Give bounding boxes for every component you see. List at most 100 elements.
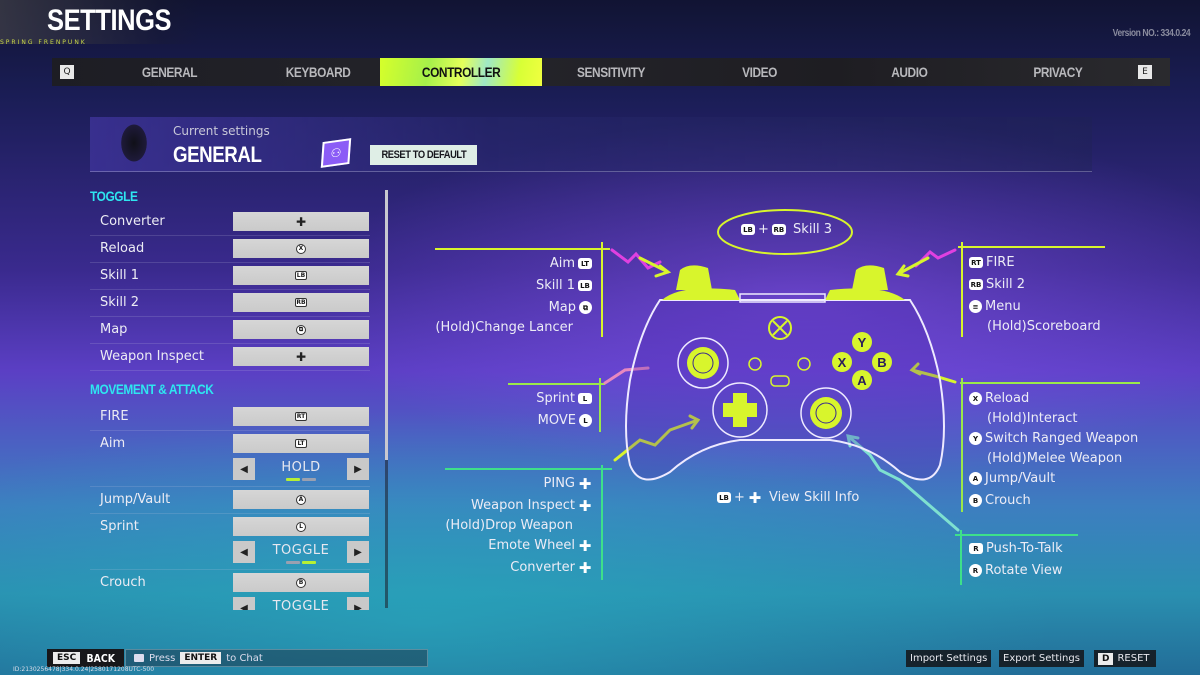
mode-next-button[interactable]: ▶ [347, 458, 369, 480]
reset-button[interactable]: D RESET [1094, 650, 1156, 667]
dpad-icon: ✚ [295, 349, 307, 364]
squiggle-arrow [603, 366, 650, 385]
tab-general[interactable]: GENERAL [82, 58, 257, 86]
binding-box[interactable]: RB [233, 293, 369, 312]
menu-button-icon: ≡ [969, 300, 982, 313]
dpad-left-icon: ✚ [578, 536, 592, 555]
callout-item: Emote Wheel ✚ [488, 536, 592, 555]
a-button-label: A [857, 373, 867, 388]
y-button-label: Y [858, 335, 867, 350]
callout-item: B Crouch [966, 490, 1138, 512]
tab-audio[interactable]: AUDIO [840, 58, 978, 86]
tab-sensitivity[interactable]: SENSITIVITY [542, 58, 680, 86]
callout-item: (Hold)Drop Weapon [445, 518, 573, 533]
xbox-logo-icon [768, 316, 792, 340]
version-label: Version NO.: 334.0.24 [1112, 28, 1190, 39]
binding-box[interactable]: LT [233, 434, 369, 453]
binding-box[interactable]: A [233, 490, 369, 509]
page-title: SETTINGS [47, 4, 172, 37]
menu-button-icon [797, 357, 811, 371]
binding-row-fire: FIRE RT [90, 404, 370, 431]
right-bumper [825, 288, 905, 300]
next-tab-key[interactable]: E [1138, 65, 1152, 79]
binding-label: Reload [100, 241, 145, 256]
binding-label: Skill 2 [100, 295, 140, 310]
current-settings-value: GENERAL [173, 142, 262, 167]
y-button [852, 332, 872, 352]
xbox-logo-icon [772, 320, 788, 336]
mode-prev-button[interactable]: ◀ [233, 458, 255, 480]
x-button-icon: X [969, 392, 982, 405]
panel-scrollbar[interactable] [385, 190, 388, 608]
binding-box[interactable]: B [233, 573, 369, 592]
binding-box[interactable]: RT [233, 407, 369, 426]
binding-row-map: Map ⧉ [90, 317, 370, 344]
binding-box[interactable]: LB [233, 266, 369, 285]
x-button-icon: X [296, 243, 306, 254]
b-button-icon: B [296, 577, 306, 588]
b-button-label: B [877, 355, 886, 370]
scroll-thumb[interactable] [385, 190, 388, 460]
tab-keyboard[interactable]: KEYBOARD [257, 58, 380, 86]
callout-item: Skill 1 LB [435, 275, 595, 297]
binding-row-skill-1: Skill 1 LB [90, 263, 370, 290]
skill3-callout: LB + RB Skill 3 [738, 222, 832, 237]
callout-right-mid: X Reload (Hold)Interact Y Switch Ranged We… [966, 388, 1138, 512]
callout-item: Weapon Inspect ✚ [471, 496, 592, 515]
aim-mode-selector: ◀ HOLD ▶ [233, 458, 369, 484]
binding-label: Sprint [100, 519, 139, 534]
import-settings-button[interactable]: Import Settings [906, 650, 992, 667]
binding-label: Map [100, 322, 128, 337]
binding-box[interactable]: ✚ [233, 347, 369, 366]
chat-icon [134, 654, 144, 662]
squiggle-arrow [914, 248, 957, 268]
preset-icon[interactable]: ⚇ [320, 138, 352, 168]
chat-input[interactable]: Press ENTER to Chat [125, 649, 428, 667]
right-stick-ring [800, 387, 852, 439]
binding-row-sprint: Sprint L ◀ TOGGLE ▶ [90, 514, 370, 570]
a-button-icon: A [969, 472, 982, 485]
mode-next-button[interactable]: ▶ [347, 597, 369, 610]
b-button [872, 352, 892, 372]
right-stick-inner [815, 402, 837, 424]
aim-mode-value: HOLD [281, 460, 321, 475]
back-button[interactable]: ESC BACK [47, 649, 124, 667]
callout-item: X Reload [966, 388, 1138, 410]
b-button-icon: B [969, 494, 982, 507]
tab-privacy[interactable]: PRIVACY [978, 58, 1138, 86]
binding-row-converter: Converter ✚ [90, 209, 370, 236]
binding-label: Weapon Inspect [100, 349, 204, 364]
left-stick-ring [677, 337, 729, 389]
mode-prev-button[interactable]: ◀ [233, 541, 255, 563]
view-skill-info-label: View Skill Info [769, 490, 860, 505]
binding-box[interactable]: L [233, 517, 369, 536]
callout-item: (Hold)Scoreboard [987, 319, 1101, 334]
session-id-line: ID:2130256478|334.0.24|2580171208UTC-500 [13, 666, 155, 673]
prev-tab-key[interactable]: Q [60, 65, 74, 79]
mode-next-button[interactable]: ▶ [347, 541, 369, 563]
section-movement-attack: MOVEMENT & ATTACK [90, 381, 214, 397]
top-edge [739, 293, 826, 303]
mode-pip [302, 478, 316, 481]
binding-row-crouch: Crouch B ◀ TOGGLE ▶ [90, 570, 370, 610]
squiggle-arrow [638, 256, 672, 278]
callout-item: R Push-To-Talk [966, 538, 1063, 560]
left-stick-click-icon: L [296, 521, 306, 532]
sprint-mode-selector: ◀ TOGGLE ▶ [233, 541, 369, 567]
mode-prev-button[interactable]: ◀ [233, 597, 255, 610]
view-button-icon: ⧉ [579, 301, 592, 314]
callout-item: ≡ Menu [966, 296, 1101, 318]
tab-controller[interactable]: CONTROLLER [380, 58, 542, 86]
callout-item: R Rotate View [966, 560, 1063, 582]
binding-box[interactable]: ✚ [233, 212, 369, 231]
binding-box[interactable]: X [233, 239, 369, 258]
reset-to-default-button[interactable]: RESET TO DEFAULT [370, 145, 477, 165]
callout-right-bottom: R Push-To-Talk R Rotate View [966, 538, 1063, 582]
binding-label: Jump/Vault [100, 492, 171, 507]
dpad-down-icon: ✚ [578, 558, 592, 577]
export-settings-button[interactable]: Export Settings [999, 650, 1084, 667]
tab-video[interactable]: VIDEO [680, 58, 840, 86]
binding-box[interactable]: ⧉ [233, 320, 369, 339]
lb-bumper-icon: LB [717, 492, 731, 503]
binding-row-reload: Reload X [90, 236, 370, 263]
